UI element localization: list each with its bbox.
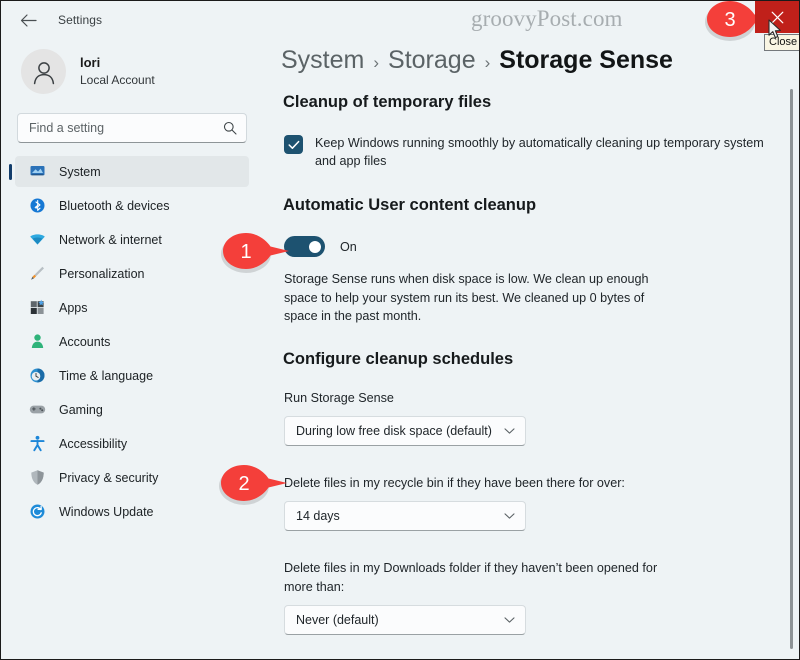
gamepad-icon xyxy=(29,401,46,418)
sidebar: Settings lori Local Account Find a setti… xyxy=(1,1,263,659)
avatar xyxy=(21,49,66,94)
auto-cleanup-description: Storage Sense runs when disk space is lo… xyxy=(284,272,649,324)
settings-content: Cleanup of temporary files Keep Windows … xyxy=(263,93,799,659)
account-name: lori xyxy=(80,55,101,71)
sidebar-item-gaming[interactable]: Gaming xyxy=(15,394,249,425)
search-icon[interactable] xyxy=(223,121,237,135)
bluetooth-icon xyxy=(29,197,46,214)
main-scrollbar[interactable] xyxy=(788,89,795,649)
account-text: lori Local Account xyxy=(80,55,155,87)
callout-number: 3 xyxy=(724,8,736,31)
chevron-right-icon: › xyxy=(373,53,380,72)
clock-globe-icon xyxy=(29,367,46,384)
callout-number: 1 xyxy=(240,240,252,263)
accessibility-icon xyxy=(29,435,46,452)
run-storage-sense-dropdown[interactable]: During low free disk space (default) xyxy=(284,416,526,447)
auto-cleanup-toggle-state: On xyxy=(340,239,357,254)
search-input[interactable] xyxy=(18,114,246,142)
window-title: Settings xyxy=(58,13,103,27)
update-icon xyxy=(29,503,46,520)
run-storage-sense-label: Run Storage Sense xyxy=(284,390,394,405)
sidebar-item-accessibility[interactable]: Accessibility xyxy=(15,428,249,459)
sidebar-item-label: Bluetooth & devices xyxy=(59,198,170,213)
account-card[interactable]: lori Local Account xyxy=(1,39,263,104)
sidebar-titlebar: Settings xyxy=(1,1,263,39)
temp-files-checkbox-row[interactable]: Keep Windows running smoothly by automat… xyxy=(284,134,779,170)
scrollbar-thumb[interactable] xyxy=(790,89,793,649)
page-title: Storage Sense xyxy=(499,46,673,74)
heading-cleanup-temporary-files: Cleanup of temporary files xyxy=(283,93,492,111)
sidebar-item-system[interactable]: System xyxy=(15,156,249,187)
wifi-icon xyxy=(29,231,46,248)
heading-configure-cleanup-schedules: Configure cleanup schedules xyxy=(283,349,514,368)
sidebar-item-network-internet[interactable]: Network & internet xyxy=(15,224,249,255)
recycle-bin-label: Delete files in my recycle bin if they h… xyxy=(284,476,625,491)
sidebar-item-label: Time & language xyxy=(59,368,154,383)
watermark: groovyPost.com xyxy=(471,6,623,31)
paintbrush-icon xyxy=(29,265,46,282)
chevron-down-icon xyxy=(504,428,515,435)
sidebar-item-accounts[interactable]: Accounts xyxy=(15,326,249,357)
search-box[interactable] xyxy=(17,113,247,143)
toggle-knob xyxy=(309,240,321,253)
breadcrumb-system[interactable]: System xyxy=(281,46,364,75)
shield-icon xyxy=(29,469,46,486)
sidebar-item-label: Gaming xyxy=(59,402,103,417)
sidebar-item-label: Network & internet xyxy=(59,232,162,247)
temp-files-checkbox[interactable] xyxy=(284,135,303,154)
downloads-folder-value: Never (default) xyxy=(296,612,379,627)
downloads-folder-dropdown[interactable]: Never (default) xyxy=(284,604,526,635)
settings-window: Settings lori Local Account Find a setti… xyxy=(0,0,800,660)
sidebar-item-label: Windows Update xyxy=(59,504,154,519)
chevron-down-icon xyxy=(504,616,515,623)
close-button[interactable] xyxy=(755,1,799,33)
run-storage-sense-value: During low free disk space (default) xyxy=(296,424,492,439)
temp-files-checkbox-label: Keep Windows running smoothly by automat… xyxy=(315,136,764,168)
heading-automatic-user-content-cleanup: Automatic User content cleanup xyxy=(283,196,537,214)
account-icon xyxy=(29,333,46,350)
close-icon xyxy=(771,11,783,23)
sidebar-item-label: Privacy & security xyxy=(59,470,159,485)
chevron-down-icon xyxy=(504,513,515,520)
auto-cleanup-toggle-row: On xyxy=(284,236,799,257)
recycle-bin-value: 14 days xyxy=(296,509,340,524)
downloads-folder-label: Delete files in my Downloads folder if t… xyxy=(284,561,658,594)
back-arrow-icon[interactable] xyxy=(17,9,39,31)
search-wrapper xyxy=(1,104,263,143)
display-icon xyxy=(29,163,46,180)
sidebar-item-label: Personalization xyxy=(59,266,145,281)
account-type: Local Account xyxy=(80,72,155,87)
sidebar-item-label: Accounts xyxy=(59,334,111,349)
sidebar-item-apps[interactable]: Apps xyxy=(15,292,249,323)
chevron-right-icon: › xyxy=(484,53,491,72)
breadcrumb-storage[interactable]: Storage xyxy=(388,46,476,75)
apps-icon xyxy=(29,299,46,316)
sidebar-item-label: System xyxy=(59,164,101,179)
recycle-bin-dropdown[interactable]: 14 days xyxy=(284,501,526,532)
close-tooltip: Close xyxy=(764,34,799,51)
sidebar-item-time-language[interactable]: Time & language xyxy=(15,360,249,391)
breadcrumb: System › Storage › Storage Sense xyxy=(281,46,673,75)
main-pane: groovyPost.com System › Storage › Storag… xyxy=(263,1,799,659)
sidebar-item-label: Accessibility xyxy=(59,436,128,451)
sidebar-item-bluetooth-devices[interactable]: Bluetooth & devices xyxy=(15,190,249,221)
sidebar-item-personalization[interactable]: Personalization xyxy=(15,258,249,289)
sidebar-item-label: Apps xyxy=(59,300,88,315)
callout-badge-2: 2 xyxy=(213,461,299,507)
callout-number: 2 xyxy=(238,472,250,495)
callout-badge-1: 1 xyxy=(215,229,301,275)
